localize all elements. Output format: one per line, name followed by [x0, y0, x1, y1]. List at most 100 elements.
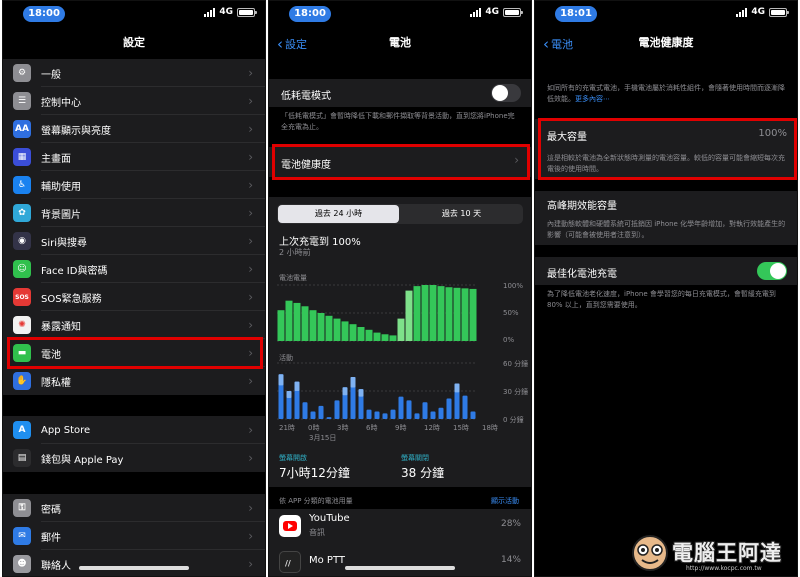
settings-row[interactable]: SOS SOS緊急服務 ›	[3, 283, 265, 311]
contacts-icon: ☻	[13, 555, 31, 573]
chevron-right-icon: ›	[248, 178, 253, 192]
app-name: Mo PTT	[309, 555, 345, 566]
settings-row[interactable]: ☺ Face ID與密碼 ›	[3, 255, 265, 283]
status-time: 18:00	[23, 6, 65, 22]
activity-bar	[382, 413, 388, 419]
settings-row[interactable]: ⚙ 一般 ›	[3, 59, 265, 87]
show-activity-link[interactable]: 顯示活動	[491, 496, 519, 506]
settings-row[interactable]: ✺ 暴露通知 ›	[3, 311, 265, 339]
activity-bar	[318, 405, 324, 419]
optimized-charging-label: 最佳化電池充電	[547, 269, 617, 280]
hour-tick: 9時	[395, 424, 407, 432]
display-brightness-icon: AA	[13, 120, 31, 138]
activity-bar	[446, 398, 452, 419]
app-usage-row-moptt[interactable]: // Mo PTT 14%	[269, 545, 531, 576]
level-bar	[365, 329, 373, 341]
activity-bar	[334, 400, 340, 419]
chevron-right-icon: ›	[248, 66, 253, 80]
nav-title: 電池	[389, 36, 411, 49]
app-percentage: 28%	[500, 519, 521, 529]
exposure-notification-icon: ✺	[13, 316, 31, 334]
level-bar	[293, 302, 301, 341]
activity-bar-top	[286, 391, 292, 398]
hour-tick: 18時	[482, 424, 498, 432]
activity-tick-30: 30 分鐘	[503, 388, 529, 396]
back-button[interactable]: ‹ 設定	[277, 25, 307, 63]
settings-row-label: 一般	[41, 69, 61, 81]
battery-health-highlight-box	[272, 144, 530, 180]
activity-bar	[390, 409, 396, 419]
hour-tick: 3時	[337, 424, 349, 432]
back-button[interactable]: ‹ 電池	[543, 25, 573, 63]
chevron-right-icon: ›	[248, 423, 253, 437]
tab-last-24-hours[interactable]: 過去 24 小時	[278, 205, 399, 223]
app-percentage: 14%	[500, 555, 521, 565]
app-usage-row-youtube[interactable]: YouTube 音訊 28%	[269, 509, 531, 545]
watermark: 電腦王阿達 http://www.kocpc.com.tw	[626, 531, 796, 575]
status-bar: 18:00 4G	[269, 1, 531, 25]
key-icon: ⚿	[13, 499, 31, 517]
settings-row[interactable]: ☻ 聯絡人 ›	[3, 550, 265, 576]
peak-performance-note-cell: 內建動態軟體和硬體系統可抵銷因 iPhone 化學年齡增加，對執行效能產生的影響…	[535, 215, 797, 245]
chevron-right-icon: ›	[248, 451, 253, 465]
settings-row-label: SOS緊急服務	[41, 293, 102, 305]
battery-status-icon	[769, 7, 789, 17]
settings-row-label: 輔助使用	[41, 181, 81, 193]
settings-row[interactable]: ⚿ 密碼 ›	[3, 494, 265, 522]
settings-row[interactable]: ☰ 控制中心 ›	[3, 87, 265, 115]
status-bar: 18:01 4G	[535, 1, 797, 25]
settings-row-label: 聯絡人	[41, 560, 71, 572]
tab-last-10-days[interactable]: 過去 10 天	[401, 205, 522, 223]
signal-icon	[736, 7, 748, 17]
chevron-right-icon: ›	[248, 150, 253, 164]
settings-row[interactable]: ▦ 主畫面 ›	[3, 143, 265, 171]
battery-level-label: 電池電量	[279, 274, 307, 282]
settings-screen: 18:00 4G 設定 ⚙ 一般 › ☰ 控制中心 › AA 螢幕顯示與亮度 › ▦ 主畫面 › ♿ 輔助…	[2, 0, 266, 577]
chevron-right-icon: ›	[248, 501, 253, 515]
settings-row[interactable]: A App Store ›	[3, 416, 265, 444]
screen-on-label: 螢幕開啟	[279, 454, 307, 462]
activity-bar-top	[342, 387, 348, 396]
accessibility-icon: ♿	[13, 176, 31, 194]
level-bar	[285, 300, 293, 341]
watermark-text: 電腦王阿達	[672, 541, 782, 565]
network-label: 4G	[485, 7, 499, 17]
activity-bar-top	[278, 374, 284, 386]
chevron-right-icon: ›	[248, 206, 253, 220]
settings-row[interactable]: ✉ 郵件 ›	[3, 522, 265, 550]
low-power-toggle[interactable]	[491, 84, 521, 102]
activity-bar	[398, 396, 404, 419]
learn-more-link[interactable]: 更多內容⋯	[575, 95, 610, 103]
level-tick-0: 0%	[503, 336, 515, 344]
chevron-right-icon: ›	[248, 122, 253, 136]
optimized-charging-toggle[interactable]	[757, 262, 787, 280]
activity-bar	[462, 395, 468, 419]
activity-bar	[310, 411, 316, 419]
settings-row[interactable]: ◉ Siri與搜尋 ›	[3, 227, 265, 255]
settings-row[interactable]: ✋ 隱私權 ›	[3, 367, 265, 395]
settings-group-group2: A App Store › ▤ 錢包與 Apple Pay ›	[3, 416, 265, 472]
hour-tick: 12時	[424, 424, 440, 432]
settings-row[interactable]: AA 螢幕顯示與亮度 ›	[3, 115, 265, 143]
toggles-icon: ☰	[13, 92, 31, 110]
max-capacity-highlight-box	[538, 118, 797, 180]
activity-bar-top	[358, 389, 364, 397]
level-bar	[453, 287, 461, 341]
low-power-note: 「低耗電模式」會暫時降低下載和郵件擷取等背景活動，直到您將iPhone完全充電為…	[281, 112, 515, 131]
time-range-segmented-control: 過去 24 小時 過去 10 天	[277, 204, 523, 224]
app-name: YouTube	[309, 513, 350, 524]
settings-row-label: App Store	[41, 424, 91, 436]
date-tick: 3月15日	[309, 434, 337, 442]
chevron-right-icon: ›	[248, 94, 253, 108]
settings-row[interactable]: ▤ 錢包與 Apple Pay ›	[3, 444, 265, 472]
settings-row-label: 暴露通知	[41, 321, 81, 333]
settings-row[interactable]: ✿ 背景圖片 ›	[3, 199, 265, 227]
level-bar	[469, 288, 477, 341]
settings-row[interactable]: ♿ 輔助使用 ›	[3, 171, 265, 199]
level-bar	[405, 290, 413, 341]
moptt-icon: //	[279, 551, 301, 573]
hour-tick: 21時	[279, 424, 295, 432]
activity-bar	[366, 409, 372, 419]
settings-row-label: 主畫面	[41, 153, 71, 165]
activity-bar	[374, 411, 380, 419]
